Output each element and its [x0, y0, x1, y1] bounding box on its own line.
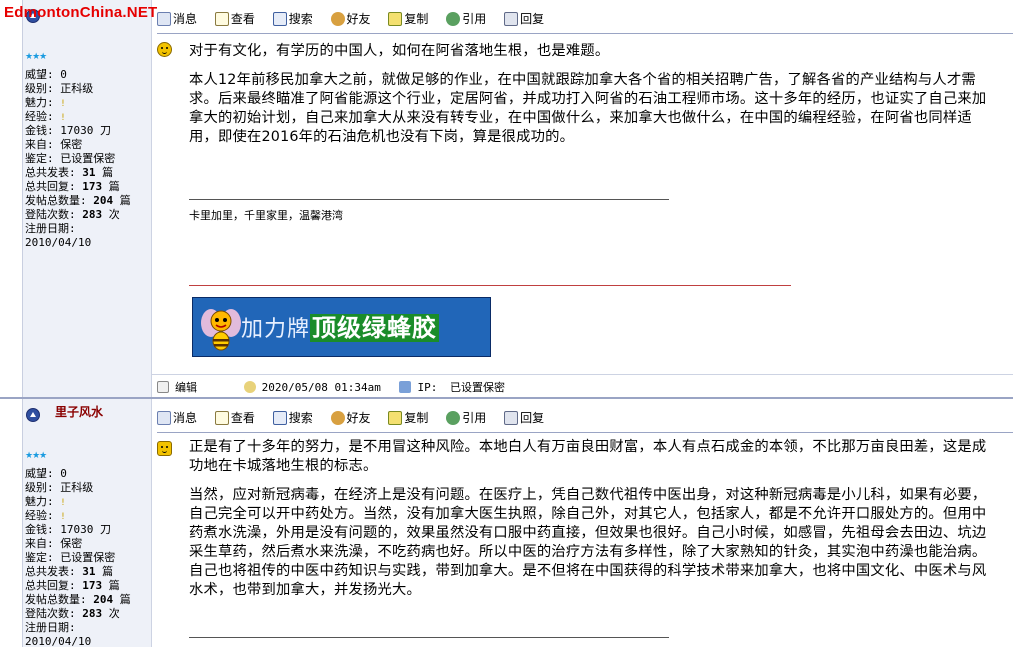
- quote-button[interactable]: 引用: [446, 409, 486, 426]
- stat-money: 金钱: 17030 刀: [25, 124, 111, 137]
- post-toolbar: 消息 查看 搜索 好友 复制 引用 回复: [157, 409, 558, 429]
- message-icon: [157, 410, 171, 425]
- post-2: 里子风水 ★★★ 威望: 0 级别: 正科级 魅力: ! 经验: ! 金钱: 1…: [0, 399, 1013, 649]
- username[interactable]: 里子风水: [55, 403, 103, 420]
- view-button[interactable]: 查看: [214, 10, 255, 27]
- sidebar-divider: [151, 399, 152, 647]
- site-watermark: EdmontonChina.NET: [4, 4, 158, 21]
- stat-logins: 登陆次数: 283 次: [25, 607, 120, 620]
- stat-exp: 经验: !: [25, 110, 66, 123]
- post-paragraph: 本人12年前移民加拿大之前，就做足够的作业，在中国就跟踪加拿大各个省的相关招聘广…: [189, 72, 987, 145]
- toolbar-divider: [157, 33, 1013, 34]
- reply-button[interactable]: 回复: [504, 409, 544, 426]
- reply-button[interactable]: 回复: [504, 10, 544, 27]
- ad-divider: [189, 285, 791, 286]
- smiley-face-icon: [157, 42, 172, 57]
- stat-prestige: 威望: 0: [25, 467, 67, 480]
- copy-icon: [388, 410, 403, 425]
- message-button[interactable]: 消息: [157, 409, 197, 426]
- stat-charm: 魅力: !: [25, 96, 66, 109]
- quote-icon: [446, 410, 461, 425]
- search-icon: [272, 11, 287, 26]
- bee-mascot-icon: [201, 309, 241, 351]
- edit-icon: [157, 381, 169, 393]
- stat-replies: 总共回复: 173 篇: [25, 579, 120, 592]
- copy-icon: [388, 11, 403, 26]
- stat-reg-label: 注册日期:: [25, 222, 76, 235]
- stat-topics: 总共发表: 31 篇: [25, 166, 114, 179]
- signature-divider: [189, 637, 669, 638]
- friends-icon: [330, 11, 345, 26]
- stat-charm: 魅力: !: [25, 495, 66, 508]
- signature-text: 卡里加里，千里家里，温馨港湾: [189, 209, 343, 222]
- friend-button[interactable]: 好友: [330, 10, 371, 27]
- toolbar-divider: [157, 432, 1013, 433]
- stat-replies: 总共回复: 173 篇: [25, 180, 120, 193]
- rank-stars-icon: ★★★: [25, 451, 47, 461]
- stat-identify: 鉴定: 已设置保密: [25, 152, 116, 165]
- network-icon: [399, 381, 412, 393]
- search-button[interactable]: 搜索: [272, 409, 313, 426]
- quote-icon: [446, 11, 461, 26]
- edit-button[interactable]: 编辑: [157, 381, 203, 394]
- post-body: 对于有文化，有学历的中国人，如何在阿省落地生根，也是难题。 本人12年前移民加拿…: [189, 42, 999, 157]
- view-button[interactable]: 查看: [214, 409, 255, 426]
- stat-reg-date: 2010/04/10: [25, 236, 92, 249]
- post-toolbar: 消息 查看 搜索 好友 复制 引用 回复: [157, 10, 558, 30]
- stat-exp: 经验: !: [25, 509, 66, 522]
- friends-icon: [330, 410, 345, 425]
- stat-identify: 鉴定: 已设置保密: [25, 551, 116, 564]
- post-body: 正是有了十多年的努力，是不用冒这种风险。本地白人有万亩良田财富，本人有点石成金的…: [189, 438, 999, 610]
- document-icon: [214, 11, 229, 26]
- quote-button[interactable]: 引用: [446, 10, 486, 27]
- post-first-line: 正是有了十多年的努力，是不用冒这种风险。本地白人有万亩良田财富，本人有点石成金的…: [189, 439, 987, 474]
- sidebar-divider: [151, 0, 152, 399]
- reply-icon: [504, 11, 519, 26]
- footer-divider: [152, 374, 1013, 375]
- post-datetime: 2020/05/08 01:34am: [243, 381, 387, 394]
- ad-banner[interactable]: 加力牌顶级绿蜂胶: [192, 297, 491, 357]
- stat-prestige: 威望: 0: [25, 68, 67, 81]
- friend-button[interactable]: 好友: [330, 409, 371, 426]
- stat-from: 来自: 保密: [25, 138, 83, 151]
- stat-topics: 总共发表: 31 篇: [25, 565, 114, 578]
- stat-posts: 发帖总数量: 204 篇: [25, 593, 131, 606]
- stat-logins: 登陆次数: 283 次: [25, 208, 120, 221]
- post-paragraph: 当然，应对新冠病毒，在经济上是没有问题。在医疗上，凭自己数代祖传中医出身，对这种…: [189, 487, 987, 598]
- post-footer: 编辑 2020/05/08 01:34am IP: 已设置保密: [157, 379, 517, 395]
- copy-button[interactable]: 复制: [388, 10, 428, 27]
- post-first-line: 对于有文化，有学历的中国人，如何在阿省落地生根，也是难题。: [189, 43, 610, 59]
- stat-level: 级别: 正科级: [25, 82, 94, 95]
- stat-from: 来自: 保密: [25, 537, 83, 550]
- search-icon: [272, 410, 287, 425]
- ad-banner-text: 加力牌顶级绿蜂胶: [241, 314, 440, 342]
- message-button[interactable]: 消息: [157, 10, 197, 27]
- user-stats: 威望: 0 级别: 正科级 魅力: ! 经验: ! 金钱: 17030 刀 来自…: [25, 467, 131, 649]
- stat-reg-label: 注册日期:: [25, 621, 76, 634]
- rank-stars-icon: ★★★: [25, 52, 47, 62]
- document-icon: [214, 410, 229, 425]
- search-button[interactable]: 搜索: [272, 10, 313, 27]
- post-1: ★★★ 威望: 0 级别: 正科级 魅力: ! 经验: ! 金钱: 17030 …: [0, 0, 1013, 399]
- stat-posts: 发帖总数量: 204 篇: [25, 194, 131, 207]
- signature-divider: [189, 199, 669, 200]
- grin-face-icon: [157, 441, 172, 456]
- reply-icon: [504, 410, 519, 425]
- post-ip: IP: 已设置保密: [399, 381, 511, 394]
- post-status-icon: [26, 408, 40, 422]
- stat-money: 金钱: 17030 刀: [25, 523, 111, 536]
- stat-level: 级别: 正科级: [25, 481, 94, 494]
- user-stats: 威望: 0 级别: 正科级 魅力: ! 经验: ! 金钱: 17030 刀 来自…: [25, 68, 131, 250]
- clock-icon: [243, 381, 256, 393]
- copy-button[interactable]: 复制: [388, 409, 428, 426]
- message-icon: [157, 11, 171, 26]
